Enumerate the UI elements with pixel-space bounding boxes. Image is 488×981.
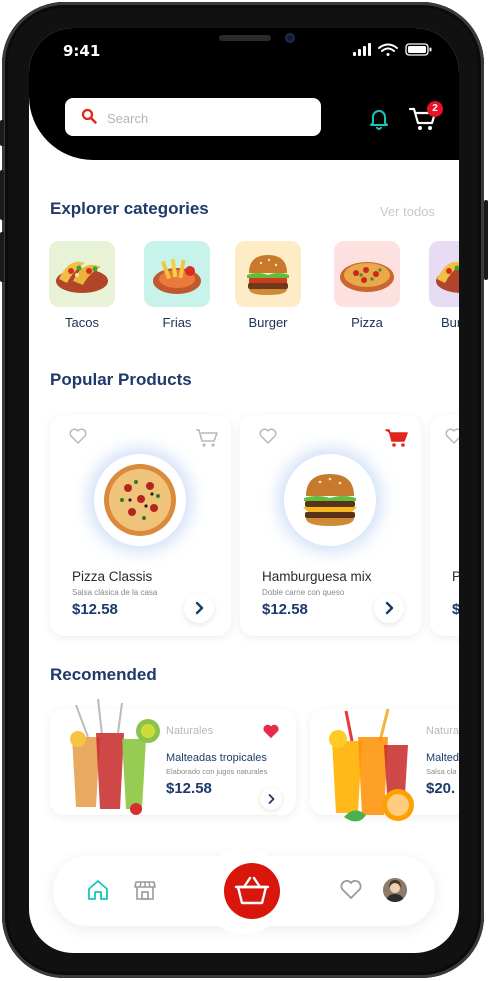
product-description: Salsa clásica de la casa xyxy=(72,588,158,597)
product-card-partial[interactable]: P $ xyxy=(430,415,459,636)
pizza-image xyxy=(100,460,180,540)
tacos-image xyxy=(56,261,108,293)
product-price: $12.58 xyxy=(72,601,118,618)
speaker xyxy=(219,35,271,41)
categories-title: Explorer categories xyxy=(50,199,209,218)
tacos-tile xyxy=(49,241,115,307)
product-name: P xyxy=(452,569,459,584)
search-icon xyxy=(81,108,97,124)
basket-icon xyxy=(234,876,270,905)
category-bur[interactable]: Bur xyxy=(429,241,459,330)
volume-down-button xyxy=(0,232,4,282)
heart-icon[interactable] xyxy=(339,878,363,900)
recommended-details-button[interactable] xyxy=(260,788,282,810)
burger-plate xyxy=(284,454,376,546)
chevron-right-icon xyxy=(195,601,204,615)
popular-title: Popular Products xyxy=(50,370,192,389)
search-bar[interactable] xyxy=(65,98,321,136)
battery-icon xyxy=(405,43,432,56)
product-details-button[interactable] xyxy=(184,593,214,623)
app-screen: 9:41 2 Explore xyxy=(29,28,459,953)
see-all-link[interactable]: Ver todos xyxy=(380,204,435,219)
search-input[interactable] xyxy=(105,107,309,129)
recommended-card[interactable]: Naturale Malted Salsa cla $20. xyxy=(310,708,459,822)
product-description: Doble carne con queso xyxy=(262,588,345,597)
heart-icon[interactable] xyxy=(444,427,459,445)
recommended-price: $12.58 xyxy=(166,780,212,797)
avatar-image xyxy=(383,878,407,902)
recommended-card[interactable]: Naturales Malteadas tropicales Elaborado… xyxy=(50,698,296,815)
recommended-description: Salsa cla xyxy=(426,767,457,776)
recommended-title: Recomended xyxy=(50,665,157,684)
mute-switch xyxy=(0,120,4,146)
product-name: Hamburguesa mix xyxy=(262,569,372,584)
signal-icon xyxy=(353,43,371,56)
juice-image xyxy=(329,708,414,822)
product-price: $12.58 xyxy=(262,601,308,618)
recommended-description: Elaborado con jugos naturales xyxy=(166,767,268,776)
bur-image xyxy=(436,261,459,293)
status-icons xyxy=(353,43,432,56)
chevron-right-icon xyxy=(385,601,394,615)
home-icon[interactable] xyxy=(86,878,110,902)
burger-image xyxy=(247,255,289,295)
category-label: Pizza xyxy=(351,315,383,330)
chevron-right-icon xyxy=(268,794,275,804)
pizza-plate xyxy=(94,454,186,546)
category-pizza[interactable]: Pizza xyxy=(334,241,400,330)
category-burger[interactable]: Burger xyxy=(235,241,301,330)
recommended-name: Malteadas tropicales xyxy=(166,752,267,764)
store-icon[interactable] xyxy=(133,878,157,902)
recommended-tag: Naturales xyxy=(166,725,214,737)
frias-image xyxy=(153,258,201,294)
bur-tile xyxy=(429,241,459,307)
category-tacos[interactable]: Tacos xyxy=(49,241,115,330)
burger-image xyxy=(290,460,370,540)
frias-tile xyxy=(144,241,210,307)
heart-icon[interactable] xyxy=(68,427,88,445)
in-cart-icon[interactable] xyxy=(385,427,409,449)
wifi-icon xyxy=(378,43,398,56)
basket-button[interactable] xyxy=(224,863,280,919)
category-label: Burger xyxy=(248,315,288,330)
category-label: Bur xyxy=(441,315,459,330)
product-card-pizza[interactable]: Pizza Classis Salsa clásica de la casa $… xyxy=(50,415,231,636)
recommended-name: Malted xyxy=(426,752,459,764)
burger-tile xyxy=(235,241,301,307)
add-to-cart-icon[interactable] xyxy=(195,427,219,449)
avatar[interactable] xyxy=(383,878,407,902)
recommended-price: $20. xyxy=(426,780,456,797)
cart-badge: 2 xyxy=(427,101,443,117)
smoothie-image xyxy=(70,698,160,815)
pizza-tile xyxy=(334,241,400,307)
recommended-tag: Naturale xyxy=(426,725,459,737)
volume-up-button xyxy=(0,170,4,220)
product-details-button[interactable] xyxy=(374,593,404,623)
product-name: Pizza Classis xyxy=(72,569,153,584)
category-label: Tacos xyxy=(65,315,99,330)
bell-icon[interactable] xyxy=(367,106,391,130)
front-camera xyxy=(285,33,295,43)
pizza-image xyxy=(340,262,394,292)
product-price: $ xyxy=(452,601,459,618)
category-label: Frias xyxy=(162,315,192,330)
product-card-burger[interactable]: Hamburguesa mix Doble carne con queso $1… xyxy=(240,415,421,636)
heart-filled-icon[interactable] xyxy=(262,723,280,739)
power-button xyxy=(484,200,488,280)
heart-icon[interactable] xyxy=(258,427,278,445)
status-time: 9:41 xyxy=(63,42,101,60)
category-frias[interactable]: Frias xyxy=(144,241,210,330)
